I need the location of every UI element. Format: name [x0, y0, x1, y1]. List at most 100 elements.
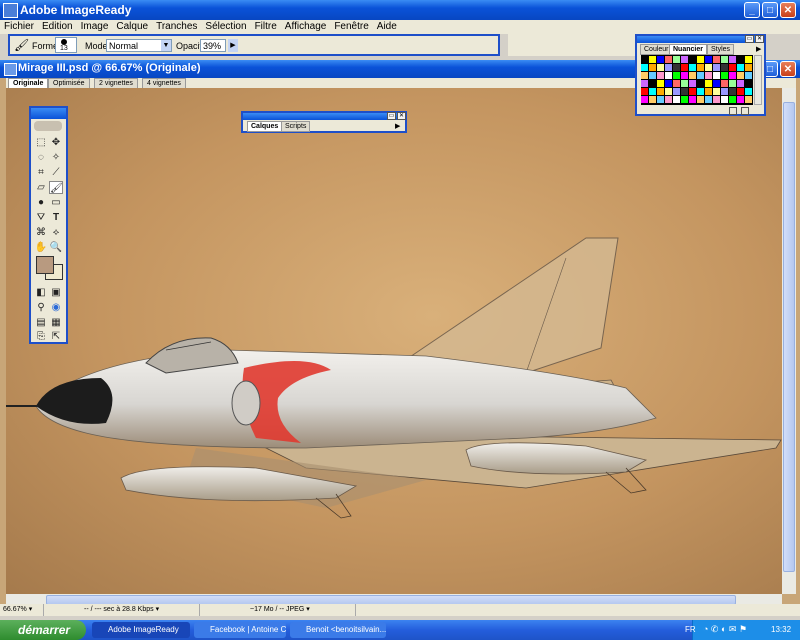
eraser-tool-icon[interactable]: ▱ [34, 181, 48, 194]
swatch-chip[interactable] [745, 64, 752, 71]
swatch-chip[interactable] [721, 80, 728, 87]
swatch-chip[interactable] [729, 64, 736, 71]
screen-mode-icon[interactable]: ▤ [34, 316, 48, 329]
swatch-chip[interactable] [697, 56, 704, 63]
rectangle-tool-icon[interactable]: ▭ [49, 196, 63, 209]
swatch-chip[interactable] [649, 56, 656, 63]
menu-affichage[interactable]: Affichage [281, 20, 331, 34]
brush-tool-icon[interactable]: 🖌 [14, 38, 29, 52]
menu-fichier[interactable]: Fichier [0, 20, 38, 34]
swatch-chip[interactable] [745, 88, 752, 95]
swatch-chip[interactable] [713, 72, 720, 79]
close-button[interactable]: ✕ [780, 2, 796, 18]
swatch-chip[interactable] [697, 72, 704, 79]
swatch-chip[interactable] [729, 72, 736, 79]
swatch-chip[interactable] [745, 96, 752, 103]
imageready-logo-icon[interactable] [34, 121, 62, 131]
menu-filtre[interactable]: Filtre [251, 20, 281, 34]
swatch-chip[interactable] [721, 64, 728, 71]
swatch-chip[interactable] [681, 96, 688, 103]
swatch-chip[interactable] [657, 88, 664, 95]
preview-icon[interactable]: ◉ [49, 301, 63, 314]
task-imageready[interactable]: Adobe ImageReady [92, 622, 190, 638]
menu-fenetre[interactable]: Fenêtre [330, 20, 372, 34]
swatch-chip[interactable] [721, 72, 728, 79]
type-tool-icon[interactable]: T [49, 211, 63, 224]
tab-styles[interactable]: Styles [707, 44, 735, 55]
swatch-chip[interactable] [737, 64, 744, 71]
swatch-chip[interactable] [681, 80, 688, 87]
swatch-chip[interactable] [673, 72, 680, 79]
swatch-chip[interactable] [705, 96, 712, 103]
swatches-scrollbar[interactable] [754, 55, 762, 105]
menu-image[interactable]: Image [77, 20, 113, 34]
swatch-chip[interactable] [697, 80, 704, 87]
rollover-icon[interactable]: ⚲ [34, 301, 48, 314]
mode-select[interactable]: Normal ▼ [106, 39, 172, 52]
task-facebook[interactable]: Facebook | Antoine C... [194, 622, 286, 638]
swatch-chip[interactable] [713, 96, 720, 103]
menu-selection[interactable]: Sélection [201, 20, 250, 34]
tab-scripts[interactable]: Scripts [281, 121, 311, 132]
eyedropper-tool-icon[interactable]: ⟡ [49, 226, 63, 239]
swatch-chip[interactable] [689, 80, 696, 87]
swatch-chip[interactable] [689, 96, 696, 103]
vertical-scroll-thumb[interactable] [783, 102, 795, 572]
swatch-chip[interactable] [713, 88, 720, 95]
menu-calque[interactable]: Calque [112, 20, 152, 34]
jump-to-photoshop-icon[interactable]: ⇱ [49, 330, 63, 343]
tab-nuancier[interactable]: Nuancier [669, 44, 707, 55]
swatch-chip[interactable] [697, 88, 704, 95]
swatch-chip[interactable] [689, 72, 696, 79]
swatch-chip[interactable] [737, 88, 744, 95]
swatch-chip[interactable] [721, 56, 728, 63]
paint-bucket-tool-icon[interactable]: ⛛ [34, 211, 48, 224]
swatch-chip[interactable] [665, 88, 672, 95]
swatch-chip[interactable] [713, 56, 720, 63]
swatch-chip[interactable] [641, 72, 648, 79]
quick-mask-icon[interactable]: ◧ [34, 286, 48, 299]
menu-edition[interactable]: Edition [38, 20, 77, 34]
swatch-chip[interactable] [657, 64, 664, 71]
preview-browser-icon[interactable]: ⎘ [34, 330, 48, 343]
swatch-chip[interactable] [665, 72, 672, 79]
swatch-chip[interactable] [713, 64, 720, 71]
swatch-chip[interactable] [649, 72, 656, 79]
swatch-chip[interactable] [641, 88, 648, 95]
download-time[interactable]: -- / --- sec à 28.8 Kbps ▾ [44, 604, 200, 616]
swatch-chip[interactable] [721, 96, 728, 103]
magic-wand-tool-icon[interactable]: ✧ [49, 151, 63, 164]
menu-tranches[interactable]: Tranches [152, 20, 201, 34]
start-button[interactable]: démarrer [0, 620, 86, 640]
swatch-chip[interactable] [745, 80, 752, 87]
swatch-chip[interactable] [729, 56, 736, 63]
marquee-tool-icon[interactable]: ⬚ [34, 136, 48, 149]
hand-tool-icon[interactable]: ✋ [34, 241, 48, 254]
swatch-chip[interactable] [673, 96, 680, 103]
swatch-chip[interactable] [673, 64, 680, 71]
minimize-button[interactable]: _ [744, 2, 760, 18]
zoom-tool-icon[interactable]: 🔍 [49, 241, 63, 254]
swatch-grid[interactable] [641, 55, 753, 105]
file-size-info[interactable]: ~17 Mo / -- JPEG ▾ [200, 604, 356, 616]
tab-calques[interactable]: Calques [247, 121, 283, 132]
swatch-chip[interactable] [649, 88, 656, 95]
swatch-chip[interactable] [641, 56, 648, 63]
swatch-chip[interactable] [649, 96, 656, 103]
brush-preset-picker[interactable]: 13 [55, 37, 77, 53]
opacity-arrow-button[interactable]: ▶ [228, 39, 238, 52]
swatch-chip[interactable] [673, 56, 680, 63]
swatch-chip[interactable] [713, 80, 720, 87]
delete-swatch-icon[interactable] [741, 107, 749, 115]
swatch-chip[interactable] [729, 96, 736, 103]
lasso-tool-icon[interactable]: ◌ [34, 151, 48, 164]
swatch-chip[interactable] [737, 56, 744, 63]
swatch-chip[interactable] [697, 64, 704, 71]
swatch-chip[interactable] [641, 64, 648, 71]
swatch-chip[interactable] [705, 72, 712, 79]
swatch-chip[interactable] [705, 80, 712, 87]
swatches-close-button[interactable]: ✕ [755, 35, 764, 43]
paintbrush-tool-icon[interactable]: 🖌 [49, 181, 63, 194]
swatch-chip[interactable] [665, 96, 672, 103]
blur-tool-icon[interactable]: ● [34, 196, 48, 209]
